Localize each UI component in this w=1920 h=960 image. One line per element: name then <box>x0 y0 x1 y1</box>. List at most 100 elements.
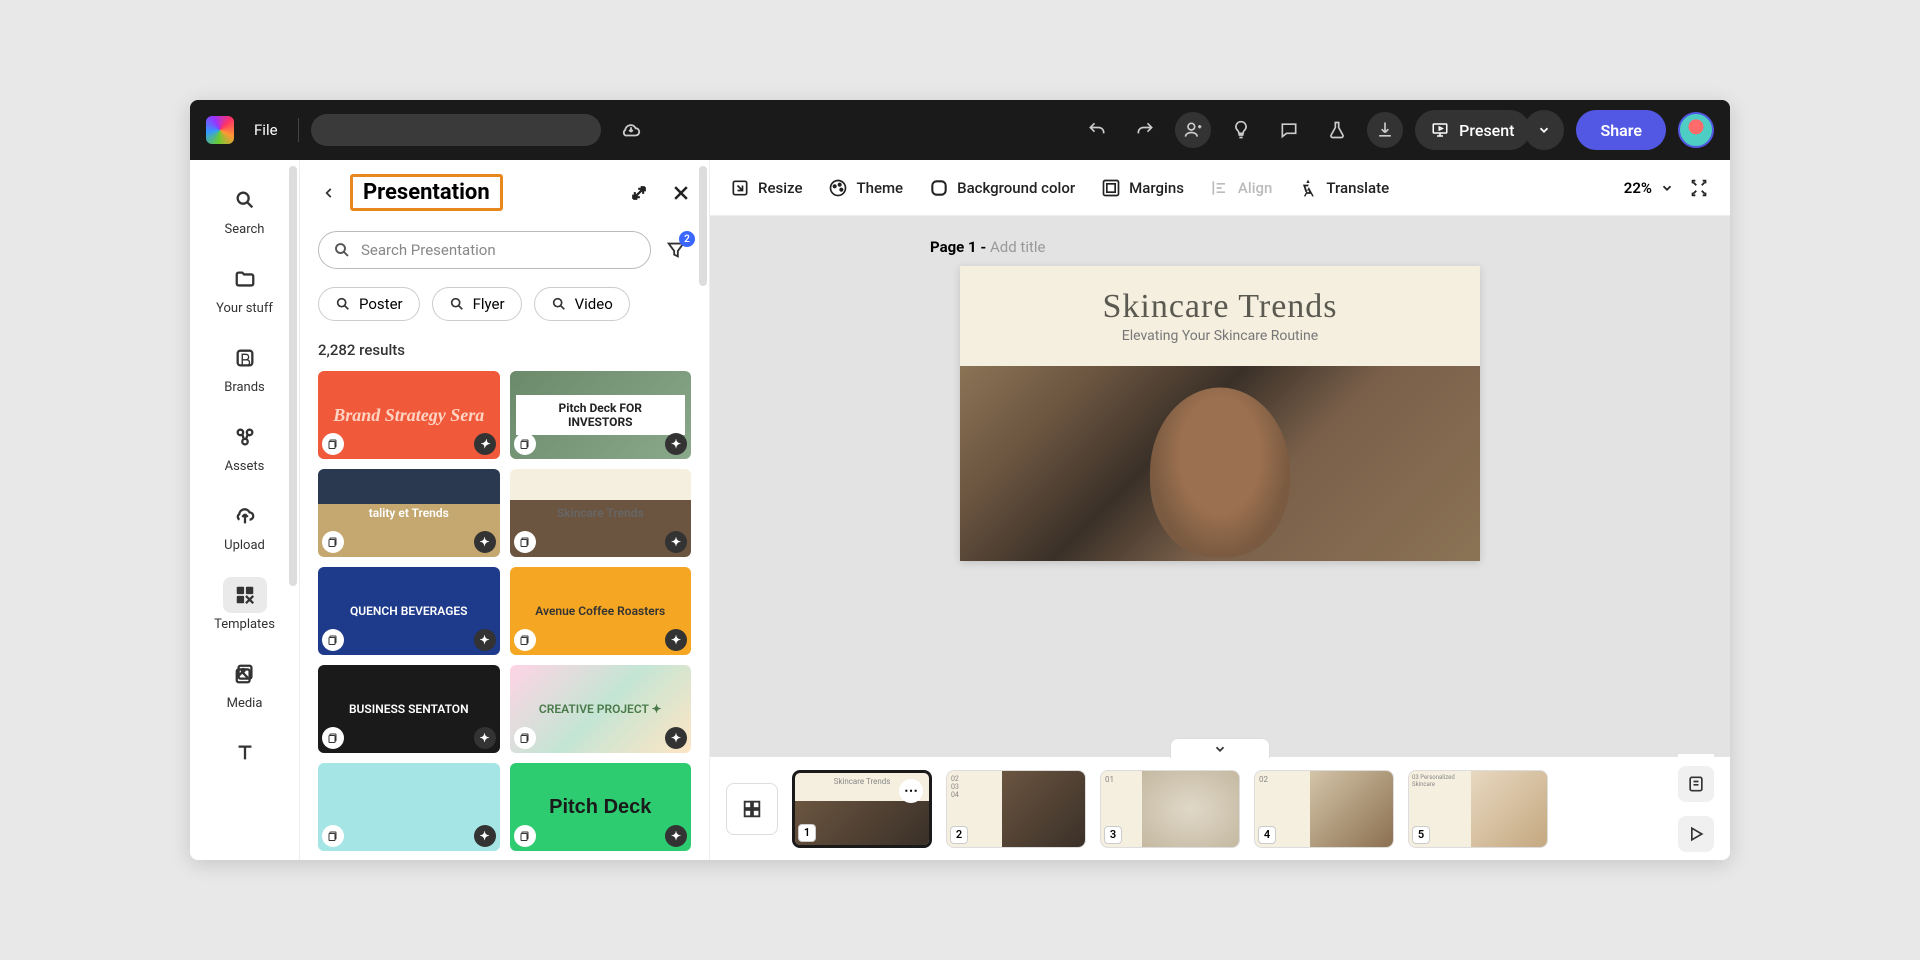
thumb-number: 1 <box>798 824 816 842</box>
multi-page-icon <box>322 727 344 749</box>
panel-search-input[interactable]: Search Presentation <box>318 231 651 269</box>
present-button[interactable]: Present <box>1415 110 1530 150</box>
expand-icon[interactable] <box>629 183 649 203</box>
canvas-stage[interactable]: Page 1 - Add title Skincare Trends Eleva… <box>710 216 1730 756</box>
rail-label: Upload <box>224 538 265 553</box>
template-card[interactable]: Avenue Coffee Roasters✦ <box>510 567 692 655</box>
chip-video[interactable]: Video <box>534 287 630 321</box>
present-icon <box>1431 121 1449 139</box>
multi-page-icon <box>514 825 536 847</box>
play-icon[interactable] <box>1678 816 1714 852</box>
fit-icon[interactable] <box>1688 177 1710 199</box>
filmstrip-thumb[interactable]: 02 4 <box>1254 770 1394 848</box>
tb-margins[interactable]: Margins <box>1101 178 1184 198</box>
rail-item-your-stuff[interactable]: Your stuff <box>195 251 293 326</box>
global-search-input[interactable] <box>311 114 601 146</box>
canvas-toolbar: Resize Theme Background color Margins Al… <box>710 160 1730 216</box>
tb-theme[interactable]: Theme <box>828 178 903 198</box>
tb-resize[interactable]: Resize <box>730 178 802 198</box>
panel-scrollbar[interactable] <box>699 166 707 286</box>
page-title-placeholder: Add title <box>990 238 1046 256</box>
template-card[interactable]: Skincare Trends✦ <box>510 469 692 557</box>
file-menu[interactable]: File <box>246 117 286 143</box>
premium-icon: ✦ <box>665 531 687 553</box>
search-icon <box>333 241 351 259</box>
premium-icon: ✦ <box>474 727 496 749</box>
undo-icon[interactable] <box>1079 112 1115 148</box>
rail-item-search[interactable]: Search <box>195 172 293 247</box>
media-icon <box>234 663 256 685</box>
close-icon[interactable] <box>671 183 691 203</box>
download-icon[interactable] <box>1367 112 1403 148</box>
premium-icon: ✦ <box>665 825 687 847</box>
rail-label: Templates <box>214 617 275 632</box>
chip-poster[interactable]: Poster <box>318 287 420 321</box>
multi-page-icon <box>514 727 536 749</box>
template-grid: Brand Strategy Sera✦Pitch Deck FOR INVES… <box>300 367 709 855</box>
notes-icon[interactable] <box>1678 766 1714 802</box>
user-avatar-icon[interactable] <box>1678 112 1714 148</box>
lightbulb-icon[interactable] <box>1223 112 1259 148</box>
slide-canvas[interactable]: Skincare Trends Elevating Your Skincare … <box>960 266 1480 561</box>
rail-label: Your stuff <box>216 301 273 316</box>
filmstrip-thumb[interactable]: Skincare Trends ⋯ 1 <box>792 770 932 848</box>
chip-flyer[interactable]: Flyer <box>432 287 522 321</box>
tb-align: Align <box>1210 178 1272 198</box>
rail-item-brands[interactable]: Brands <box>195 330 293 405</box>
template-card[interactable]: CREATIVE PROJECT ✦✦ <box>510 665 692 753</box>
rail-item-assets[interactable]: Assets <box>195 409 293 484</box>
redo-icon[interactable] <box>1127 112 1163 148</box>
grid-view-button[interactable] <box>726 783 778 835</box>
rail-item-upload[interactable]: Upload <box>195 488 293 563</box>
rail-item-media[interactable]: Media <box>195 646 293 721</box>
template-card[interactable]: QUENCH BEVERAGES✦ <box>318 567 500 655</box>
app-logo-icon[interactable] <box>206 116 234 144</box>
rail-item-text[interactable] <box>195 725 293 771</box>
page-label[interactable]: Page 1 - Add title <box>930 238 1046 256</box>
rail-label: Media <box>227 696 263 711</box>
template-card[interactable]: Pitch Deck FOR INVESTORS✦ <box>510 371 692 459</box>
body: Search Your stuff Brands Assets Upload T… <box>190 160 1730 860</box>
collapse-filmstrip-icon[interactable] <box>1170 738 1270 758</box>
thumb-number: 3 <box>1104 826 1122 844</box>
back-chevron-icon[interactable] <box>318 182 340 204</box>
multi-page-icon <box>322 433 344 455</box>
beaker-icon[interactable] <box>1319 112 1355 148</box>
template-card[interactable]: tality et Trends✦ <box>318 469 500 557</box>
page-number: Page 1 - <box>930 238 990 256</box>
slide-title[interactable]: Skincare Trends <box>1102 288 1337 326</box>
templates-icon <box>234 584 256 606</box>
tb-bgcolor[interactable]: Background color <box>929 178 1075 198</box>
template-card[interactable]: BUSINESS SENTATON✦ <box>318 665 500 753</box>
slide-subtitle[interactable]: Elevating Your Skincare Routine <box>1122 328 1318 344</box>
zoom-control[interactable]: 22% <box>1624 179 1674 197</box>
invite-user-icon[interactable] <box>1175 112 1211 148</box>
thumb-number: 5 <box>1412 826 1430 844</box>
rail-label: Brands <box>224 380 265 395</box>
share-button[interactable]: Share <box>1576 110 1666 150</box>
chevron-down-icon <box>1660 181 1674 195</box>
cloud-sync-icon[interactable] <box>613 112 649 148</box>
template-card[interactable]: Brand Strategy Sera✦ <box>318 371 500 459</box>
premium-icon: ✦ <box>474 433 496 455</box>
premium-icon: ✦ <box>474 629 496 651</box>
premium-icon: ✦ <box>665 433 687 455</box>
slide-image[interactable] <box>960 366 1480 561</box>
filmstrip-thumb[interactable]: 03 Personalized Skincare 5 <box>1408 770 1548 848</box>
search-placeholder: Search Presentation <box>361 241 496 259</box>
filmstrip-thumb[interactable]: 01 3 <box>1100 770 1240 848</box>
rail-scrollbar[interactable] <box>289 166 297 586</box>
template-card[interactable]: ✦ <box>318 763 500 851</box>
thumb-more-icon[interactable]: ⋯ <box>899 779 923 803</box>
comment-icon[interactable] <box>1271 112 1307 148</box>
divider <box>298 118 299 142</box>
present-dropdown-icon[interactable] <box>1524 110 1564 150</box>
filter-button[interactable]: 2 <box>661 235 691 265</box>
rail-item-templates[interactable]: Templates <box>195 567 293 642</box>
thumb-number: 4 <box>1258 826 1276 844</box>
filmstrip-thumb[interactable]: 020304 2 <box>946 770 1086 848</box>
tb-translate[interactable]: Translate <box>1298 178 1389 198</box>
template-card[interactable]: Pitch Deck✦ <box>510 763 692 851</box>
chip-row: Poster Flyer Video <box>300 275 709 333</box>
zoom-value: 22% <box>1624 179 1652 197</box>
